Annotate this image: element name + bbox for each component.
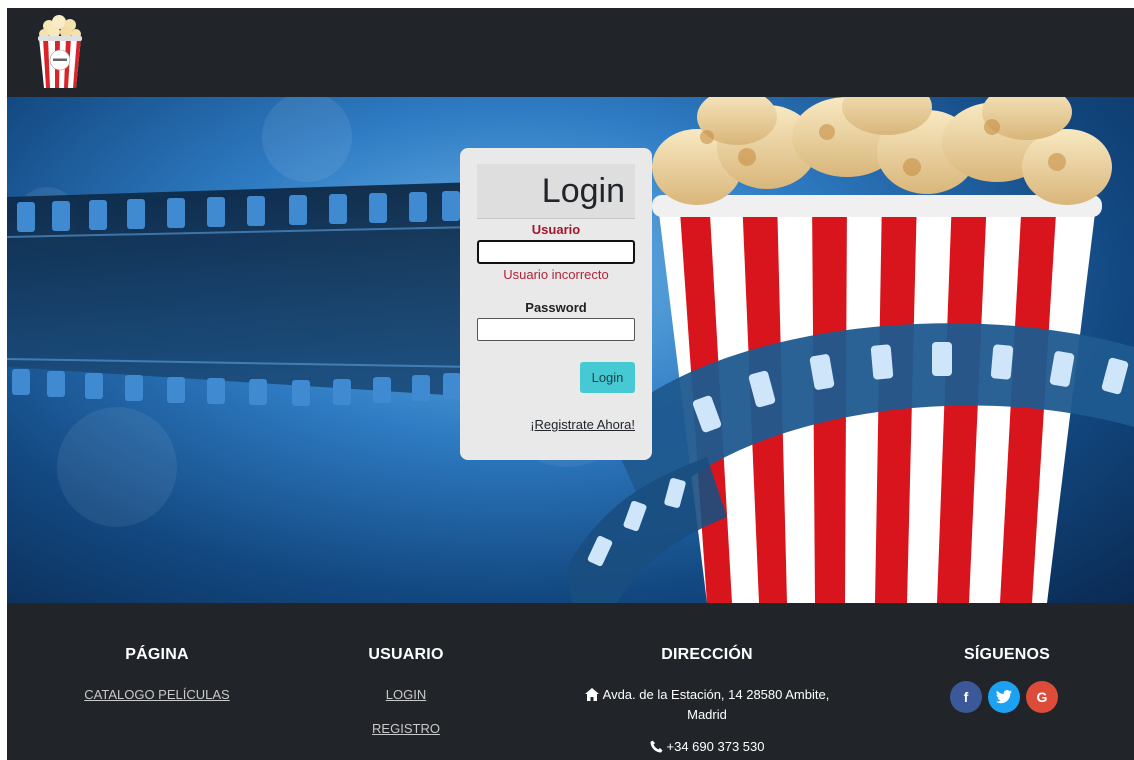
password-label: Password [525, 300, 587, 315]
twitter-icon[interactable] [988, 681, 1020, 713]
address-line-1: Avda. de la Estación, 14 28580 Ambite, [602, 687, 830, 702]
address-line-2: Madrid [687, 707, 727, 722]
twitter-bird-glyph [996, 690, 1012, 704]
footer: PÁGINA CATALOGO PELÍCULAS USUARIO LOGIN … [7, 603, 1134, 760]
google-glyph: G [1036, 689, 1048, 705]
login-title-box: Login [477, 164, 635, 219]
footer-heading-usuario: USUARIO [368, 646, 444, 663]
login-title: Login [541, 172, 625, 210]
page: Login Usuario Usuario incorrecto Passwor… [0, 0, 1134, 760]
footer-heading-pagina: PÁGINA [125, 646, 189, 663]
popcorn-bucket-logo[interactable] [35, 12, 85, 92]
phone-icon [650, 740, 663, 753]
address-text: Avda. de la Estación, 14 28580 Ambite, M… [557, 685, 857, 725]
facebook-icon[interactable]: f [950, 681, 982, 713]
usuario-error-message: Usuario incorrecto [503, 267, 609, 282]
register-link[interactable]: ¡Registrate Ahora! [530, 417, 635, 432]
usuario-label: Usuario [531, 222, 581, 237]
phone-number: +34 690 373 530 [666, 739, 765, 754]
phone-text: +34 690 373 530 [557, 739, 857, 754]
footer-heading-siguenos: SÍGUENOS [963, 646, 1051, 663]
footer-link-login[interactable]: LOGIN [306, 687, 506, 702]
footer-heading-direccion: DIRECCIÓN [661, 646, 753, 663]
footer-link-registro[interactable]: REGISTRO [306, 721, 506, 736]
login-form: Login Usuario Usuario incorrecto Passwor… [460, 148, 652, 460]
top-navbar [7, 8, 1134, 97]
footer-link-catalogo[interactable]: CATALOGO PELÍCULAS [57, 687, 257, 702]
google-plus-icon[interactable]: G [1026, 681, 1058, 713]
password-input[interactable] [477, 318, 635, 341]
usuario-input[interactable] [477, 240, 635, 264]
facebook-glyph: f [963, 689, 969, 705]
home-icon [584, 688, 599, 701]
login-button[interactable]: Login [580, 362, 635, 393]
